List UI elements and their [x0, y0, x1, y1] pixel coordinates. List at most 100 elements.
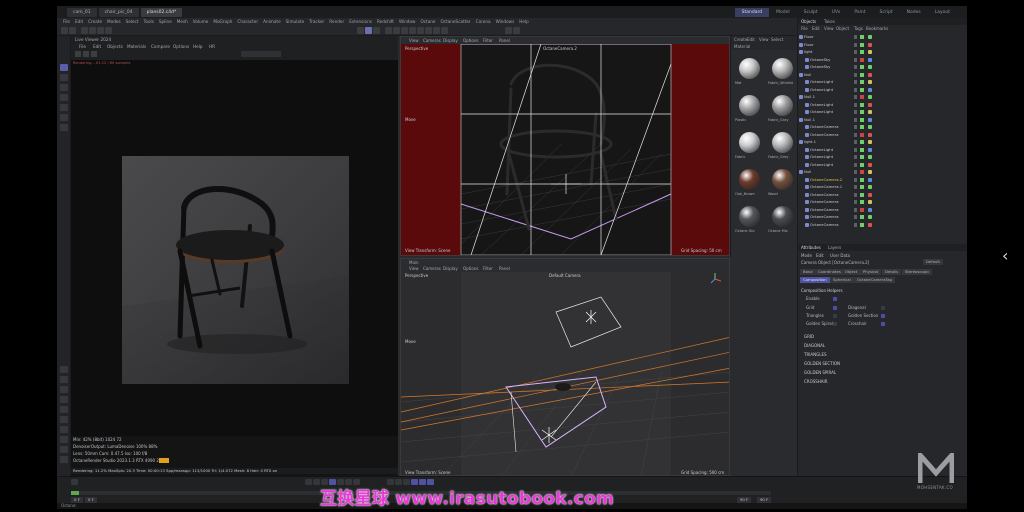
visibility-icon[interactable]: [854, 192, 857, 197]
enabled-check-icon[interactable]: [860, 117, 864, 122]
tab-attributes[interactable]: Attributes: [801, 244, 821, 251]
workplane-icon[interactable]: [513, 27, 520, 34]
doc-tab-1[interactable]: cam_01: [67, 7, 97, 17]
tab-layers[interactable]: Layers: [828, 244, 841, 251]
menu-mograph[interactable]: MoGraph: [213, 19, 232, 24]
object-row[interactable]: OctaneLight: [798, 87, 967, 94]
lock-icon[interactable]: [60, 376, 68, 383]
clone-icon[interactable]: [409, 27, 416, 34]
pv-menu-compare[interactable]: Compare: [151, 44, 170, 49]
object-tag-icon[interactable]: [868, 87, 872, 92]
object-row[interactable]: OctaneCamera: [798, 124, 967, 131]
object-row[interactable]: Null: [798, 169, 967, 176]
menu-help[interactable]: Help: [519, 19, 529, 24]
layout-tab-script[interactable]: Script: [873, 8, 900, 17]
enabled-check-icon[interactable]: [860, 192, 864, 197]
object-tag-icon[interactable]: [868, 42, 872, 47]
visibility-icon[interactable]: [854, 42, 857, 47]
menu-character[interactable]: Character: [237, 19, 258, 24]
enabled-check-icon[interactable]: [860, 65, 864, 69]
section-triangles[interactable]: TRIANGLES: [804, 352, 827, 357]
object-row[interactable]: OctaneCamera.1: [798, 184, 967, 191]
tab-takes[interactable]: Takes: [824, 18, 835, 25]
object-row[interactable]: Null.1: [798, 94, 967, 101]
visibility-icon[interactable]: [854, 140, 857, 144]
vp1-menu-filter[interactable]: Filter: [483, 37, 493, 44]
menu-tracker[interactable]: Tracker: [309, 19, 324, 24]
enabled-check-icon[interactable]: [860, 72, 864, 77]
render-settings-icon[interactable]: [373, 27, 380, 34]
visibility-icon[interactable]: [854, 110, 857, 114]
menu-redshift[interactable]: Redshift: [377, 19, 394, 24]
tweak-icon[interactable]: [60, 416, 68, 423]
object-tag-icon[interactable]: [868, 140, 872, 144]
object-tag-icon[interactable]: [868, 110, 872, 114]
enabled-check-icon[interactable]: [860, 95, 864, 99]
menu-mesh[interactable]: Mesh: [177, 19, 188, 24]
layout-tab-standard[interactable]: Standard: [734, 7, 770, 17]
layout-tab-paint[interactable]: Paint: [847, 8, 872, 17]
object-tag-icon[interactable]: [868, 95, 872, 99]
cube-icon[interactable]: [385, 27, 392, 34]
object-tag-icon[interactable]: [868, 185, 872, 189]
object-row[interactable]: OctaneLight: [798, 102, 967, 109]
vp2-menu-cameras[interactable]: Cameras: [423, 265, 441, 272]
vp2-menu-filter[interactable]: Filter: [483, 265, 493, 272]
mat-menu-material[interactable]: Material: [734, 43, 750, 50]
object-tag-icon[interactable]: [868, 80, 872, 84]
object-tag-icon[interactable]: [868, 177, 872, 182]
object-tag-icon[interactable]: [868, 192, 872, 197]
obj-menu-edit[interactable]: Edit: [812, 25, 820, 32]
menu-edit[interactable]: Edit: [75, 19, 83, 24]
attr-tab-basic[interactable]: Basic: [800, 269, 817, 275]
prev-key-icon[interactable]: [313, 479, 320, 485]
object-tag-icon[interactable]: [868, 50, 872, 54]
visibility-icon[interactable]: [854, 50, 857, 54]
opt-triangles-checkbox[interactable]: [833, 314, 837, 318]
enabled-check-icon[interactable]: [860, 110, 864, 114]
object-tag-icon[interactable]: [868, 170, 872, 174]
object-row[interactable]: Null.1: [798, 117, 967, 124]
enabled-check-icon[interactable]: [860, 102, 864, 107]
live-select-icon[interactable]: [81, 27, 88, 34]
move-icon[interactable]: [89, 27, 96, 34]
edges-mode-icon[interactable]: [60, 84, 68, 91]
visibility-icon[interactable]: [854, 170, 857, 174]
pen-icon[interactable]: [393, 27, 400, 34]
visibility-icon[interactable]: [854, 222, 857, 227]
object-row[interactable]: Floor: [798, 34, 967, 41]
visibility-icon[interactable]: [854, 185, 857, 189]
visibility-icon[interactable]: [854, 87, 857, 92]
object-row[interactable]: OctaneCamera.2: [798, 177, 967, 184]
vp1-menu-options[interactable]: Options: [463, 37, 478, 44]
enabled-check-icon[interactable]: [860, 162, 864, 167]
object-row[interactable]: OctaneCamera: [798, 192, 967, 199]
vp2-menu-panel[interactable]: Panel: [499, 265, 510, 272]
visibility-icon[interactable]: [854, 80, 857, 84]
menu-volume[interactable]: Volume: [193, 19, 209, 24]
attr-menu-mode[interactable]: Mode: [801, 253, 812, 258]
object-tag-icon[interactable]: [868, 57, 872, 62]
vp1-menu-panel[interactable]: Panel: [499, 37, 510, 44]
enabled-check-icon[interactable]: [860, 80, 864, 84]
object-row[interactable]: OctaneSky: [798, 64, 967, 71]
solo-icon[interactable]: [60, 124, 68, 131]
snap-icon[interactable]: [505, 27, 512, 34]
visibility-icon[interactable]: [854, 207, 857, 212]
undo-icon[interactable]: [61, 27, 68, 34]
visibility-icon[interactable]: [854, 162, 857, 167]
enabled-check-icon[interactable]: [860, 57, 864, 62]
visibility-icon[interactable]: [854, 57, 857, 62]
visibility-icon[interactable]: [854, 215, 857, 219]
visibility-icon[interactable]: [854, 200, 857, 204]
attr-tab-details[interactable]: Details: [882, 269, 902, 275]
menu-simulate[interactable]: Simulate: [286, 19, 305, 24]
menu-tools[interactable]: Tools: [144, 19, 154, 24]
pv-refresh-icon[interactable]: [75, 51, 81, 57]
pv-menu-options[interactable]: Options: [173, 44, 189, 49]
deformer-icon[interactable]: [417, 27, 424, 34]
object-tag-icon[interactable]: [868, 132, 872, 137]
vp1-menu-view[interactable]: View: [409, 37, 419, 44]
pv-menu-file[interactable]: File: [79, 44, 86, 49]
opt-grid-checkbox[interactable]: [833, 306, 837, 310]
